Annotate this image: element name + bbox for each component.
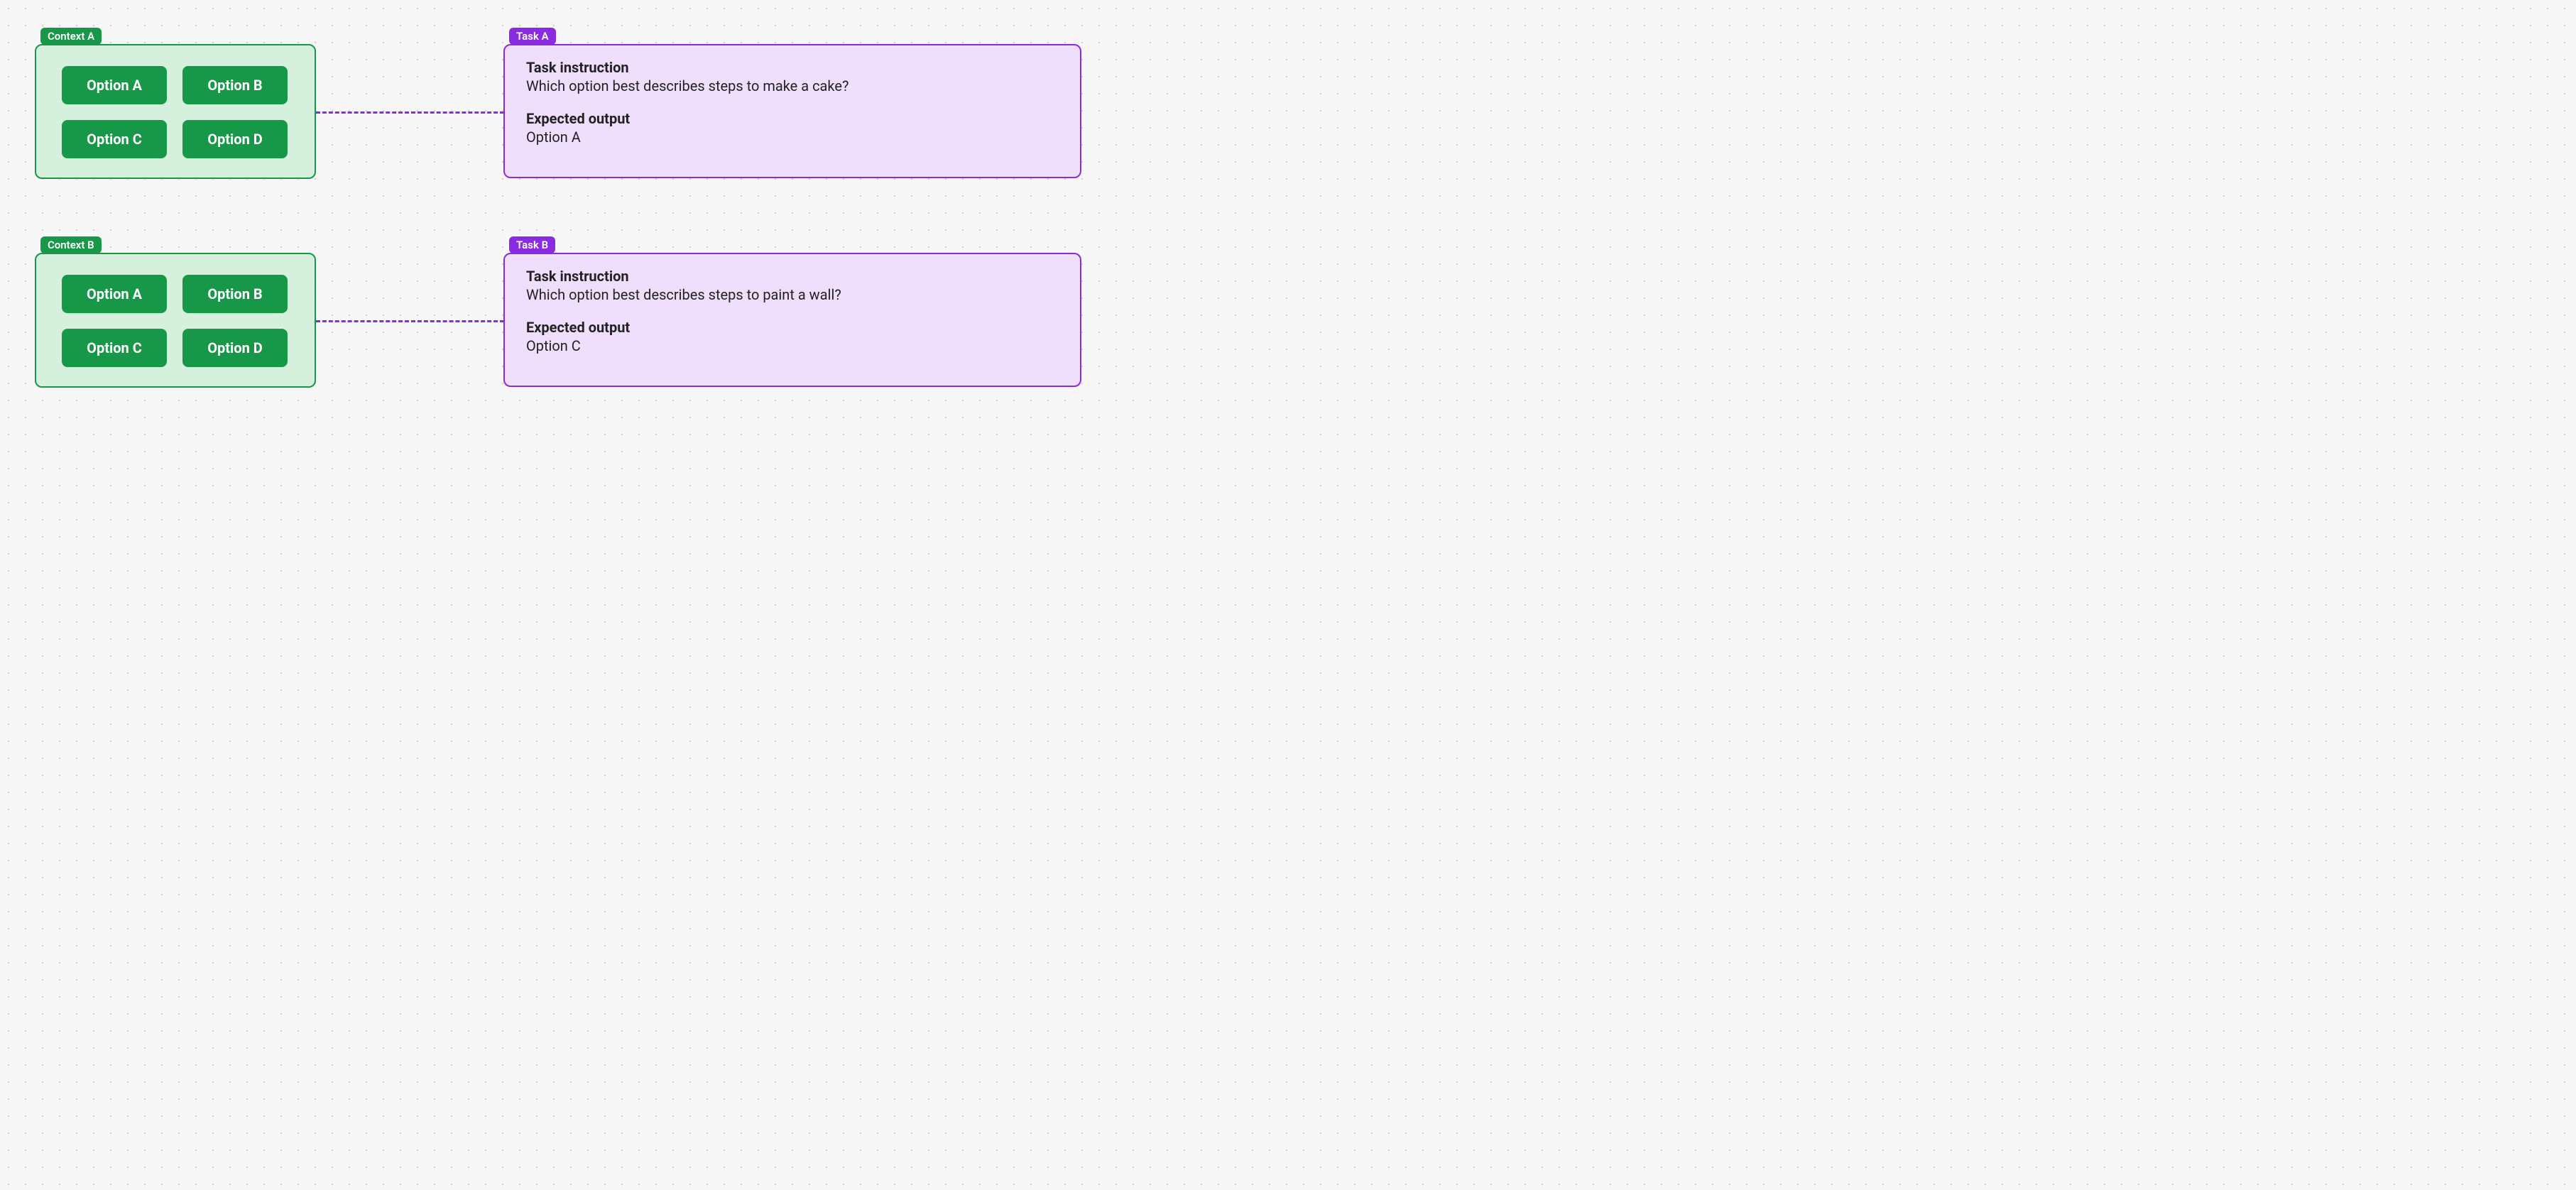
task-instruction-heading: Task instruction — [526, 268, 1059, 285]
expected-output-text: Option C — [526, 337, 1059, 354]
option-button[interactable]: Option A — [62, 66, 167, 104]
diagram-canvas: Context A Option A Option B Option C Opt… — [0, 0, 1116, 515]
context-label-badge: Context B — [40, 236, 102, 253]
option-button[interactable]: Option C — [62, 120, 167, 158]
task-panel: Task B Task instruction Which option bes… — [503, 253, 1081, 387]
task-instruction-heading: Task instruction — [526, 59, 1059, 76]
context-panel: Context A Option A Option B Option C Opt… — [35, 44, 316, 179]
option-button[interactable]: Option B — [182, 66, 288, 104]
expected-output-heading: Expected output — [526, 319, 1059, 336]
connector-line — [316, 320, 504, 322]
option-button[interactable]: Option D — [182, 329, 288, 367]
option-grid: Option A Option B Option C Option D — [62, 66, 288, 158]
context-panel: Context B Option A Option B Option C Opt… — [35, 253, 316, 388]
task-instruction-text: Which option best describes steps to pai… — [526, 286, 1059, 303]
context-label-badge: Context A — [40, 28, 102, 45]
task-label-badge: Task B — [509, 236, 555, 253]
expected-output-heading: Expected output — [526, 110, 1059, 127]
connector-line — [316, 111, 504, 114]
expected-output-text: Option A — [526, 129, 1059, 146]
option-grid: Option A Option B Option C Option D — [62, 275, 288, 367]
task-label-badge: Task A — [509, 28, 556, 45]
option-button[interactable]: Option A — [62, 275, 167, 313]
task-instruction-text: Which option best describes steps to mak… — [526, 77, 1059, 94]
option-button[interactable]: Option D — [182, 120, 288, 158]
option-button[interactable]: Option C — [62, 329, 167, 367]
option-button[interactable]: Option B — [182, 275, 288, 313]
task-panel: Task A Task instruction Which option bes… — [503, 44, 1081, 178]
